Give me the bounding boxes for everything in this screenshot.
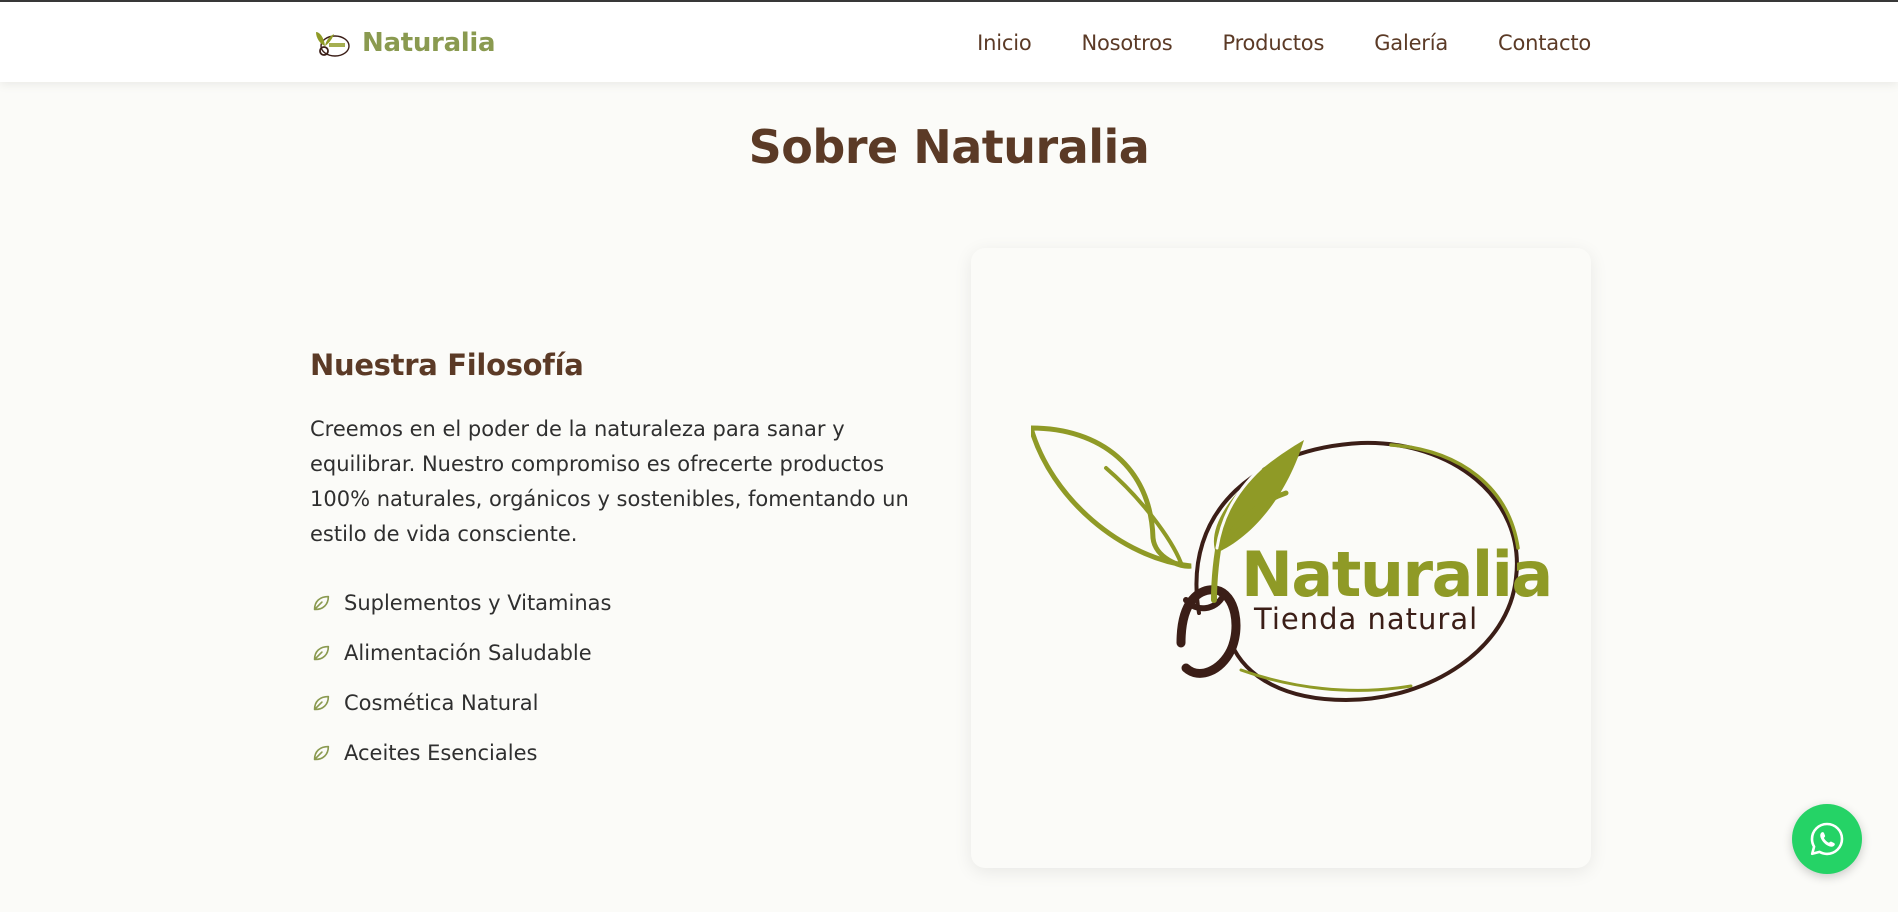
nav-item: Galería — [1374, 31, 1448, 55]
whatsapp-button[interactable] — [1792, 804, 1862, 874]
leaf-icon — [313, 745, 330, 761]
logo-wordmark: Naturalia — [1241, 538, 1553, 611]
feature-label: Cosmética Natural — [344, 691, 539, 715]
navbar: Naturalia Inicio Nosotros Productos Gale… — [0, 2, 1898, 82]
brand-link[interactable]: Naturalia — [310, 24, 496, 62]
philosophy-title: Nuestra Filosofía — [310, 348, 584, 382]
leaf-icon — [313, 695, 330, 711]
nav-link-inicio[interactable]: Inicio — [977, 31, 1032, 55]
nav-link-contacto[interactable]: Contacto — [1498, 31, 1591, 55]
nav-link-galeria[interactable]: Galería — [1374, 31, 1448, 55]
nav-item: Contacto — [1498, 31, 1591, 55]
brand-name: Naturalia — [362, 28, 496, 58]
whatsapp-icon — [1810, 822, 1844, 856]
feature-item: Cosmética Natural — [310, 678, 950, 728]
feature-item: Suplementos y Vitaminas — [310, 578, 950, 628]
feature-item: Alimentación Saludable — [310, 628, 950, 678]
leaf-icon — [313, 595, 330, 611]
nav-item: Inicio — [977, 31, 1032, 55]
naturalia-logo-icon — [316, 32, 350, 57]
philosophy-column: Nuestra Filosofía Creemos en el poder de… — [310, 348, 950, 778]
leaf-icon — [313, 645, 330, 661]
nav-item: Nosotros — [1082, 31, 1173, 55]
section-title: Sobre Naturalia — [748, 120, 1150, 174]
nav-menu: Inicio Nosotros Productos Galería Contac… — [977, 24, 1591, 62]
nav-link-nosotros[interactable]: Nosotros — [1082, 31, 1173, 55]
logo-card: Naturalia Tienda natural — [971, 248, 1591, 868]
feature-label: Aceites Esenciales — [344, 741, 538, 765]
nav-item: Productos — [1222, 31, 1324, 55]
philosophy-text: Creemos en el poder de la naturaleza par… — [310, 417, 909, 546]
feature-item: Aceites Esenciales — [310, 728, 950, 778]
feature-label: Suplementos y Vitaminas — [344, 591, 612, 615]
nav-link-productos[interactable]: Productos — [1222, 31, 1324, 55]
feature-list: Suplementos y Vitaminas Alimentación Sal… — [310, 578, 950, 778]
logo-tagline: Tienda natural — [1254, 602, 1479, 636]
feature-label: Alimentación Saludable — [344, 641, 592, 665]
